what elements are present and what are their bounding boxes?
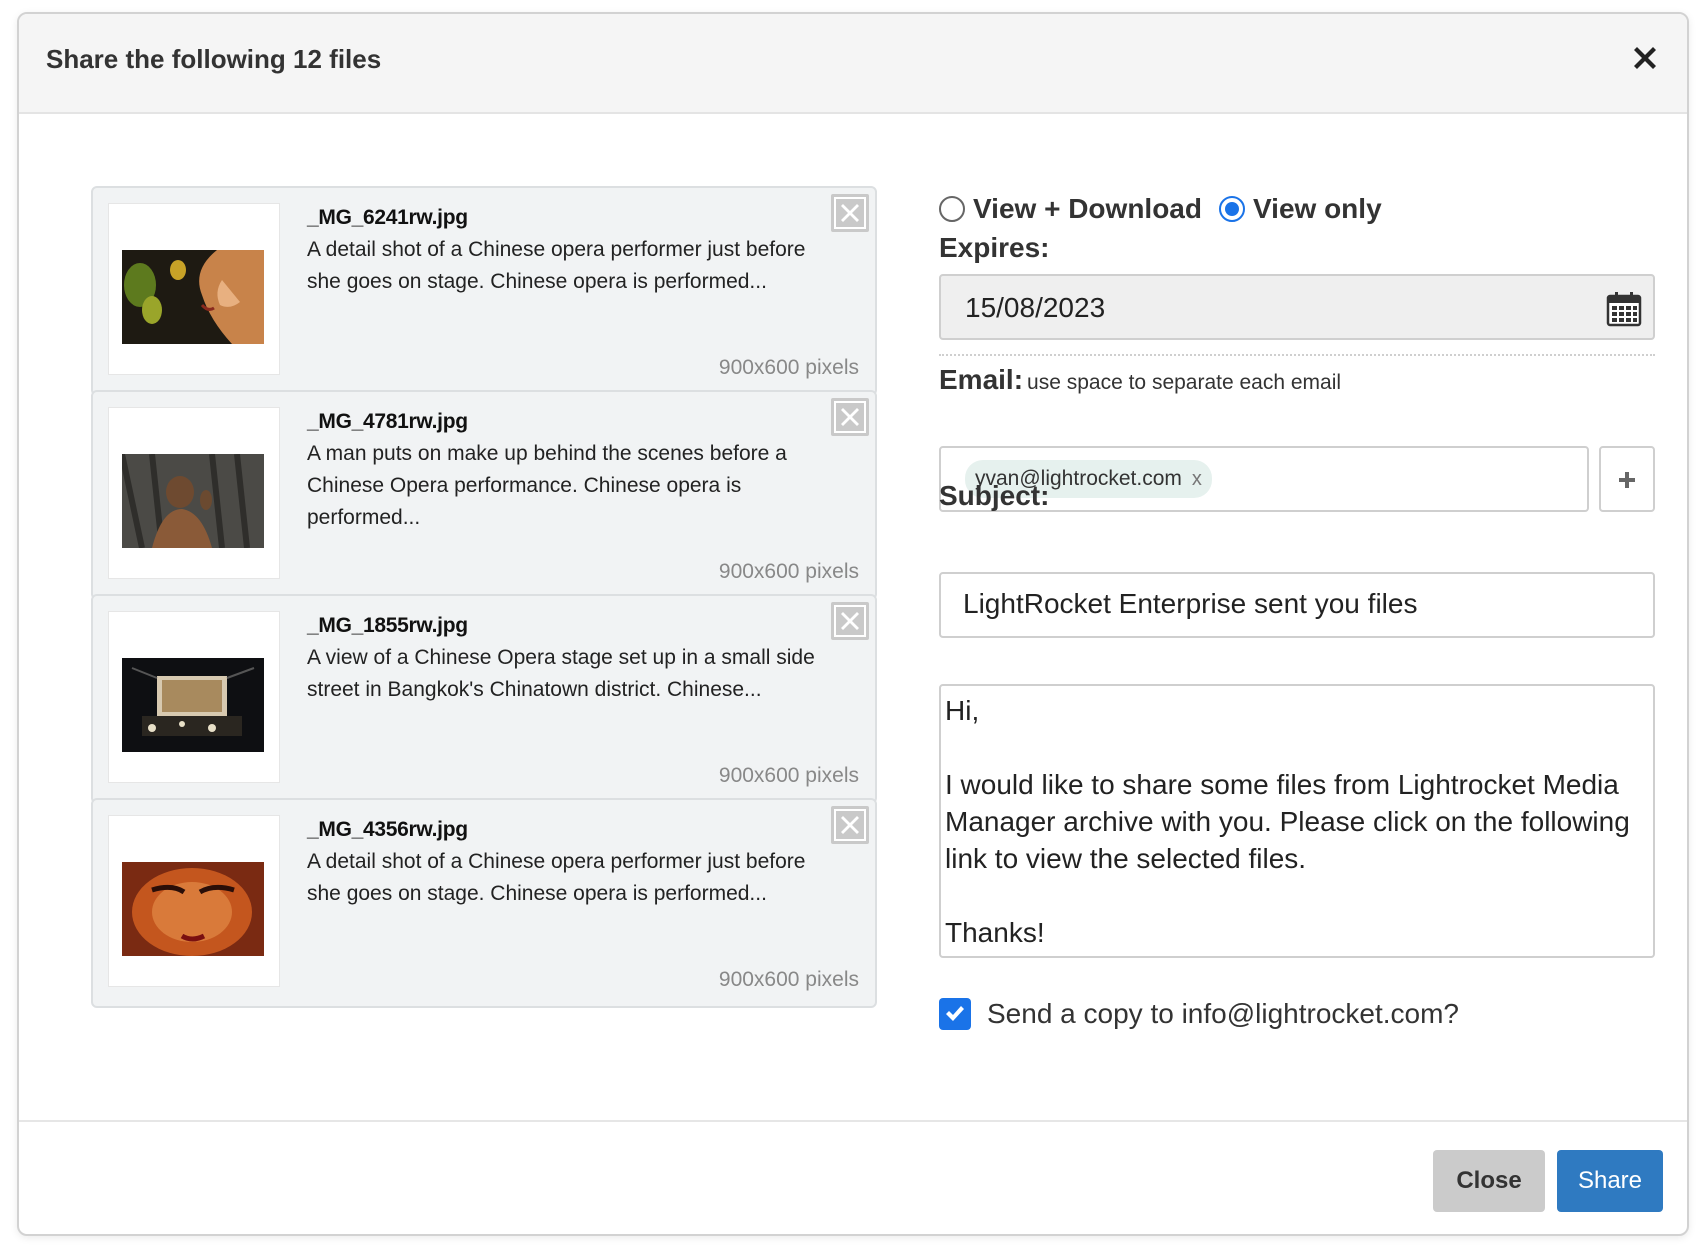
file-name: _MG_4781rw.jpg xyxy=(307,410,468,433)
thumbnail-image xyxy=(122,250,264,344)
remove-file-button[interactable] xyxy=(831,398,869,436)
thumbnail-frame xyxy=(109,816,279,986)
permission-options: View + Download View only xyxy=(939,189,1655,229)
file-name: _MG_6241rw.jpg xyxy=(307,206,468,229)
remove-email-tag-button[interactable]: x xyxy=(1192,468,1202,491)
send-copy-option[interactable]: Send a copy to info@lightrocket.com? xyxy=(939,994,1655,1034)
expires-label: Expires: xyxy=(939,232,1050,263)
dialog-title: Share the following 12 files xyxy=(46,44,382,74)
share-button[interactable]: Share xyxy=(1557,1150,1663,1212)
thumbnail-frame xyxy=(109,204,279,374)
file-description: A detail shot of a Chinese opera perform… xyxy=(307,238,806,293)
subject-field[interactable] xyxy=(939,572,1655,638)
file-card: _MG_4356rw.jpg A detail shot of a Chines… xyxy=(91,798,877,1008)
dialog-header: Share the following 12 files xyxy=(19,14,1687,114)
email-label: Email: use space to separate each email xyxy=(939,364,1341,396)
thumbnail-frame xyxy=(109,612,279,782)
expires-date-field[interactable]: 15/08/2023 xyxy=(939,274,1655,340)
send-copy-label[interactable]: Send a copy to info@lightrocket.com? xyxy=(987,998,1459,1030)
file-card: _MG_1855rw.jpg A view of a Chinese Opera… xyxy=(91,594,877,804)
file-dimensions: 900x600 pixels xyxy=(718,560,859,583)
subject-label: Subject: xyxy=(939,480,1050,511)
expires-date-value[interactable]: 15/08/2023 xyxy=(965,292,1105,324)
file-dimensions: 900x600 pixels xyxy=(718,968,859,991)
thumbnail-image xyxy=(122,454,264,548)
file-card: _MG_4781rw.jpg A man puts on make up beh… xyxy=(91,390,877,600)
share-dialog: Share the following 12 files _MG_6241rw.… xyxy=(17,12,1689,1236)
file-name: _MG_1855rw.jpg xyxy=(307,614,468,637)
separator xyxy=(939,354,1655,356)
file-description: A view of a Chinese Opera stage set up i… xyxy=(307,646,815,701)
message-textarea[interactable]: Hi, I would like to share some files fro… xyxy=(939,684,1655,958)
remove-file-button[interactable] xyxy=(831,806,869,844)
file-dimensions: 900x600 pixels xyxy=(718,356,859,379)
radio-label[interactable]: View + Download xyxy=(973,193,1202,225)
file-card: _MG_6241rw.jpg A detail shot of a Chines… xyxy=(91,186,877,396)
calendar-icon[interactable] xyxy=(1605,290,1643,328)
thumbnail-image xyxy=(122,862,264,956)
radio-view-only[interactable]: View only xyxy=(1219,189,1382,229)
plus-icon xyxy=(1619,472,1635,488)
close-button[interactable]: Close xyxy=(1433,1150,1545,1212)
checkbox-checked-icon[interactable] xyxy=(939,998,971,1030)
add-email-button[interactable] xyxy=(1599,446,1655,512)
thumbnail-image xyxy=(122,658,264,752)
subject-input[interactable] xyxy=(963,588,1623,620)
radio-label[interactable]: View only xyxy=(1253,193,1382,225)
remove-file-button[interactable] xyxy=(831,194,869,232)
remove-file-button[interactable] xyxy=(831,602,869,640)
file-dimensions: 900x600 pixels xyxy=(718,764,859,787)
radio-checked-icon[interactable] xyxy=(1219,196,1245,222)
close-icon[interactable] xyxy=(1629,42,1661,74)
thumbnail-frame xyxy=(109,408,279,578)
file-description: A man puts on make up behind the scenes … xyxy=(307,442,787,529)
email-hint: use space to separate each email xyxy=(1027,371,1342,394)
file-description: A detail shot of a Chinese opera perform… xyxy=(307,850,806,905)
footer-divider xyxy=(19,1120,1687,1122)
radio-view-download[interactable]: View + Download xyxy=(939,189,1202,229)
file-name: _MG_4356rw.jpg xyxy=(307,818,468,841)
email-label-text: Email: xyxy=(939,364,1024,395)
radio-unchecked-icon[interactable] xyxy=(939,196,965,222)
